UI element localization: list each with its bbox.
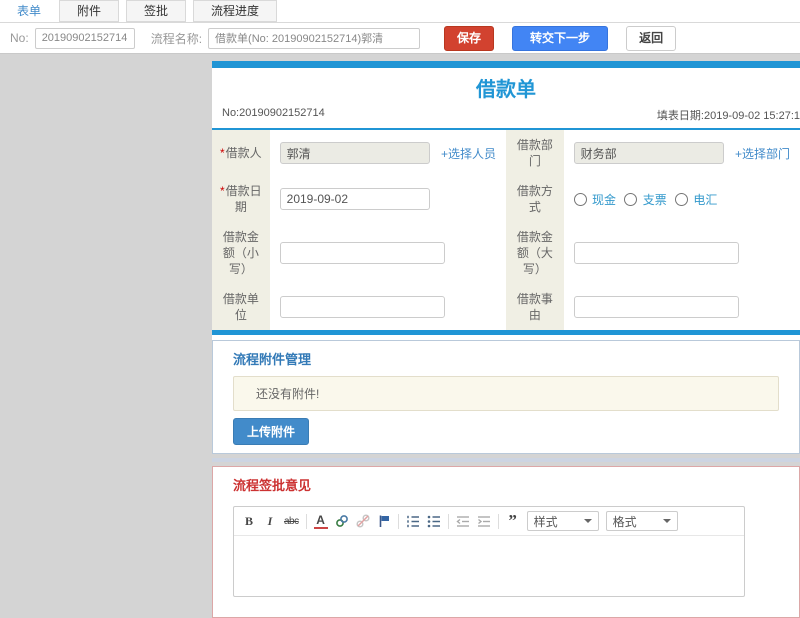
attachment-section: 流程附件管理 还没有附件! 上传附件 [212, 340, 800, 454]
cheque-radio[interactable] [624, 192, 638, 206]
document-meta-row: No:20190902152714 填表日期:2019-09-02 15:27:… [212, 105, 800, 130]
bullet-list-button[interactable] [427, 513, 441, 529]
table-row: *借款日期 借款方式 现金 支票 电汇 [212, 176, 800, 222]
pay-method-option-wire[interactable]: 电汇 [675, 192, 717, 207]
back-button[interactable]: 返回 [626, 25, 677, 51]
borrow-unit-label: 借款单位 [212, 284, 270, 330]
required-mark: * [219, 184, 225, 198]
borrow-date-label: *借款日期 [212, 176, 270, 222]
rich-text-editor: B I abc A ” 样式 格式 [233, 506, 745, 597]
amount-lower-label: 借款金额（小写） [212, 222, 270, 284]
table-row: 借款金额（小写） 借款金额（大写） [212, 222, 800, 284]
page-title: 借款单 [476, 79, 536, 101]
amount-upper-input[interactable] [573, 242, 739, 264]
department-input[interactable] [573, 142, 724, 164]
document-panel: 借款单 No:20190902152714 填表日期:2019-09-02 15… [212, 61, 800, 618]
toolbar-separator [305, 513, 307, 529]
table-row: 借款单位 借款事由 [212, 284, 800, 330]
form-bottom-bar [212, 330, 800, 335]
no-label: No: [10, 31, 29, 45]
cash-radio[interactable] [573, 192, 587, 206]
outdent-button[interactable] [456, 513, 470, 529]
pay-method-label: 借款方式 [506, 176, 564, 222]
toolbar-separator [497, 513, 499, 529]
ordered-list-button[interactable] [406, 513, 420, 529]
borrow-unit-input[interactable] [279, 296, 445, 318]
flow-name-label: 流程名称: [150, 31, 203, 46]
unlink-button[interactable] [356, 513, 370, 529]
wire-radio[interactable] [675, 192, 689, 206]
borrow-reason-label: 借款事由 [506, 284, 564, 330]
save-button[interactable]: 保存 [444, 25, 495, 51]
borrower-label: *借款人 [212, 130, 270, 176]
amount-upper-label: 借款金额（大写） [506, 222, 564, 284]
toolbar: No: 流程名称: 保存 转交下一步 返回 [0, 23, 800, 54]
flow-name-input[interactable] [208, 27, 421, 49]
fill-date: 填表日期:2019-09-02 15:27:1 [656, 110, 800, 122]
upload-attachment-button[interactable]: 上传附件 [233, 418, 310, 445]
select-person-link[interactable]: +选择人员 [441, 147, 496, 161]
approval-section-title: 流程签批意见 [233, 478, 312, 493]
pay-method-option-cash[interactable]: 现金 [573, 192, 620, 207]
loan-form-table: *借款人 +选择人员 借款部门 +选择部门 *借款日期 借款方式 [212, 130, 800, 330]
anchor-flag-button[interactable] [377, 513, 391, 529]
amount-lower-input[interactable] [279, 242, 445, 264]
borrow-reason-input[interactable] [573, 296, 739, 318]
italic-button[interactable]: I [263, 513, 277, 529]
strikethrough-button[interactable]: abc [284, 513, 299, 529]
toolbar-separator [447, 513, 449, 529]
attachment-section-title: 流程附件管理 [233, 352, 312, 367]
next-step-button[interactable]: 转交下一步 [512, 25, 609, 51]
tab-approval[interactable]: 签批 [126, 0, 187, 22]
toolbar-separator [397, 513, 399, 529]
table-row: *借款人 +选择人员 借款部门 +选择部门 [212, 130, 800, 176]
approval-section: 流程签批意见 B I abc A ” 样式 格式 [212, 466, 800, 618]
no-attachment-alert: 还没有附件! [233, 376, 779, 411]
select-department-link[interactable]: +选择部门 [735, 147, 790, 161]
flag-icon [377, 514, 391, 528]
caret-down-icon [583, 519, 592, 523]
indent-icon [477, 514, 491, 528]
caret-down-icon [662, 519, 671, 523]
tab-bar: 表单 附件 签批 流程进度 [0, 0, 800, 23]
bullet-list-icon [427, 514, 441, 528]
no-input[interactable] [34, 27, 135, 49]
department-label: 借款部门 [506, 130, 564, 176]
remove-format-button[interactable]: A [313, 513, 328, 529]
unlink-icon [356, 514, 370, 528]
editor-content-area[interactable] [234, 536, 744, 596]
tab-form[interactable]: 表单 [6, 0, 53, 22]
link-icon [335, 514, 349, 528]
ordered-list-icon [406, 514, 420, 528]
document-no: No:20190902152714 [222, 107, 325, 119]
indent-button[interactable] [477, 513, 491, 529]
bold-button[interactable]: B [242, 513, 256, 529]
borrow-date-input[interactable] [279, 188, 430, 210]
link-button[interactable] [335, 513, 349, 529]
tab-process-progress[interactable]: 流程进度 [193, 0, 278, 22]
outdent-icon [456, 514, 470, 528]
tab-attachment[interactable]: 附件 [59, 0, 120, 22]
panel-top-bar [212, 61, 800, 68]
editor-toolbar: B I abc A ” 样式 格式 [234, 507, 744, 536]
blockquote-button[interactable]: ” [506, 512, 520, 529]
format-dropdown[interactable]: 格式 [605, 511, 678, 531]
style-dropdown[interactable]: 样式 [526, 511, 599, 531]
required-mark: * [219, 146, 225, 160]
pay-method-option-cheque[interactable]: 支票 [624, 192, 670, 207]
borrower-input[interactable] [279, 142, 430, 164]
section-divider [212, 458, 800, 462]
